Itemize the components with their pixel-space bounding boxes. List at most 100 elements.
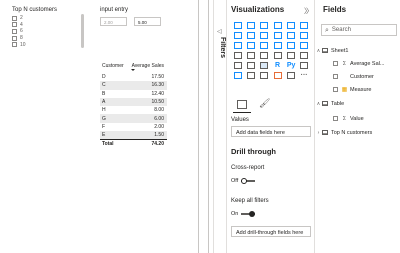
- field-name: Measure: [350, 86, 372, 93]
- gauge-icon[interactable]: [271, 50, 284, 60]
- field-item[interactable]: ▦ Measure: [333, 85, 371, 94]
- stacked-area-chart-icon[interactable]: [258, 30, 271, 40]
- drill-through-title: Drill through: [231, 147, 276, 156]
- fields-search-input[interactable]: ⌕ Search: [321, 24, 397, 36]
- map-icon[interactable]: [231, 50, 244, 60]
- table-row: D 17.50: [100, 73, 167, 81]
- toggle-state-label: Off: [231, 178, 239, 184]
- cell-customer: H: [102, 107, 106, 114]
- search-icon: ⌕: [325, 26, 329, 34]
- filters-pane[interactable]: ◁ Filters: [213, 0, 226, 253]
- checkbox[interactable]: [12, 15, 17, 21]
- cell-customer: C: [102, 82, 106, 89]
- checkbox[interactable]: [12, 22, 17, 28]
- collapse-fields-icon[interactable]: 〉: [306, 6, 313, 16]
- line-chart-icon[interactable]: [231, 30, 244, 40]
- table-node-table[interactable]: ∧ Table: [315, 99, 345, 108]
- table-total-row: Total 74.20: [100, 139, 167, 147]
- slicer-option[interactable]: 6: [12, 28, 92, 35]
- column-header-average-sales[interactable]: Average Sales: [130, 63, 167, 69]
- slicer-option-label: 10: [20, 41, 26, 48]
- scatter-chart-icon[interactable]: [258, 40, 271, 50]
- stacked-column-chart-icon[interactable]: [244, 20, 257, 30]
- key-influencers-icon[interactable]: [297, 60, 310, 70]
- values-well[interactable]: Add data fields here: [231, 126, 311, 137]
- pie-chart-icon[interactable]: [271, 40, 284, 50]
- chevron-right-icon[interactable]: ›: [315, 130, 322, 136]
- kpi-icon[interactable]: [231, 60, 244, 70]
- q-and-a-icon[interactable]: [244, 70, 257, 80]
- column-header-customer[interactable]: Customer: [100, 63, 130, 69]
- cell-average-sales: 2.00: [154, 123, 164, 130]
- paginated-report-icon[interactable]: [271, 70, 284, 80]
- table-row: B 12.40: [100, 90, 167, 98]
- filled-map-icon[interactable]: [244, 50, 257, 60]
- format-paint-roller-icon[interactable]: 🖌: [259, 99, 270, 108]
- arcgis-map-icon[interactable]: [231, 70, 244, 80]
- toggle-track[interactable]: [241, 177, 256, 184]
- chevron-up-icon[interactable]: ∧: [315, 101, 322, 107]
- waterfall-chart-icon[interactable]: [231, 40, 244, 50]
- 100-percent-column-chart-icon[interactable]: [297, 20, 310, 30]
- donut-chart-icon[interactable]: [284, 40, 297, 50]
- python-visual-icon[interactable]: Py: [284, 60, 297, 70]
- area-chart-icon[interactable]: [244, 30, 257, 40]
- table-name: Table: [331, 100, 345, 107]
- table-node-sheet1[interactable]: ∧ Sheet1: [315, 46, 349, 55]
- slicer-option[interactable]: 4: [12, 22, 92, 29]
- funnel-icon[interactable]: [244, 40, 257, 50]
- chevron-up-icon[interactable]: ∧: [315, 48, 322, 54]
- multi-row-card-icon[interactable]: [297, 50, 310, 60]
- clustered-bar-chart-icon[interactable]: [258, 20, 271, 30]
- checkbox[interactable]: [12, 28, 17, 34]
- cell-customer: E: [102, 132, 106, 139]
- total-label: Total: [102, 140, 114, 147]
- line-and-clustered-column-icon[interactable]: [284, 30, 297, 40]
- slicer-icon[interactable]: [244, 60, 257, 70]
- power-apps-icon[interactable]: [284, 70, 297, 80]
- fields-pane: Fields 〉 ⌕ Search ∧ Sheet1 Σ Average Sal…: [306, 0, 400, 253]
- toggle-knob[interactable]: [249, 210, 256, 217]
- shape-map-icon[interactable]: [258, 50, 271, 60]
- slicer-option[interactable]: 10: [12, 41, 92, 48]
- drill-through-well[interactable]: Add drill-through fields here: [231, 226, 311, 237]
- expand-filters-icon[interactable]: ◁: [217, 28, 222, 35]
- ribbon-chart-icon[interactable]: [297, 30, 310, 40]
- cross-report-toggle[interactable]: Off: [231, 177, 256, 184]
- card-icon[interactable]: [284, 50, 297, 60]
- field-item[interactable]: Σ Value: [333, 114, 364, 123]
- clustered-column-chart-icon[interactable]: [271, 20, 284, 30]
- checkbox[interactable]: [12, 42, 17, 48]
- line-and-column-chart-icon[interactable]: [271, 30, 284, 40]
- filters-label[interactable]: Filters: [216, 37, 226, 77]
- table-name: Sheet1: [331, 47, 349, 54]
- table-node-top-n-customers[interactable]: › Top N customers: [315, 128, 373, 137]
- field-item[interactable]: Σ Average Sal...: [333, 59, 384, 68]
- field-checkbox[interactable]: [333, 74, 338, 79]
- more-visuals-icon[interactable]: ···: [297, 70, 310, 80]
- keep-all-filters-toggle[interactable]: On: [231, 210, 256, 217]
- cell-average-sales: 6.00: [154, 115, 164, 122]
- field-checkbox[interactable]: [333, 87, 338, 92]
- toggle-knob[interactable]: [241, 177, 248, 184]
- r-script-visual-icon[interactable]: R: [271, 60, 284, 70]
- toggle-track[interactable]: [241, 210, 256, 217]
- slicer-option[interactable]: 2: [12, 15, 92, 22]
- cell-average-sales: 10.50: [151, 99, 164, 106]
- checkbox[interactable]: [12, 35, 17, 41]
- field-checkbox[interactable]: [333, 116, 338, 121]
- cross-report-label: Cross-report: [231, 165, 265, 171]
- 100-percent-bar-chart-icon[interactable]: [284, 20, 297, 30]
- fields-tab-icon[interactable]: [237, 100, 247, 109]
- range-max-input[interactable]: 5.00: [134, 17, 161, 26]
- field-checkbox[interactable]: [333, 61, 338, 66]
- stacked-bar-chart-icon[interactable]: [231, 20, 244, 30]
- field-item[interactable]: Customer: [333, 72, 374, 81]
- smart-narrative-icon[interactable]: [258, 70, 271, 80]
- top-n-slicer[interactable]: Top N customers 2 4 6 8 10: [12, 7, 92, 48]
- slicer-scrollbar[interactable]: [81, 14, 84, 48]
- table-visual-icon[interactable]: [258, 60, 271, 70]
- range-min-input[interactable]: 2.00: [100, 17, 127, 26]
- treemap-icon[interactable]: [297, 40, 310, 50]
- slicer-option[interactable]: 8: [12, 35, 92, 42]
